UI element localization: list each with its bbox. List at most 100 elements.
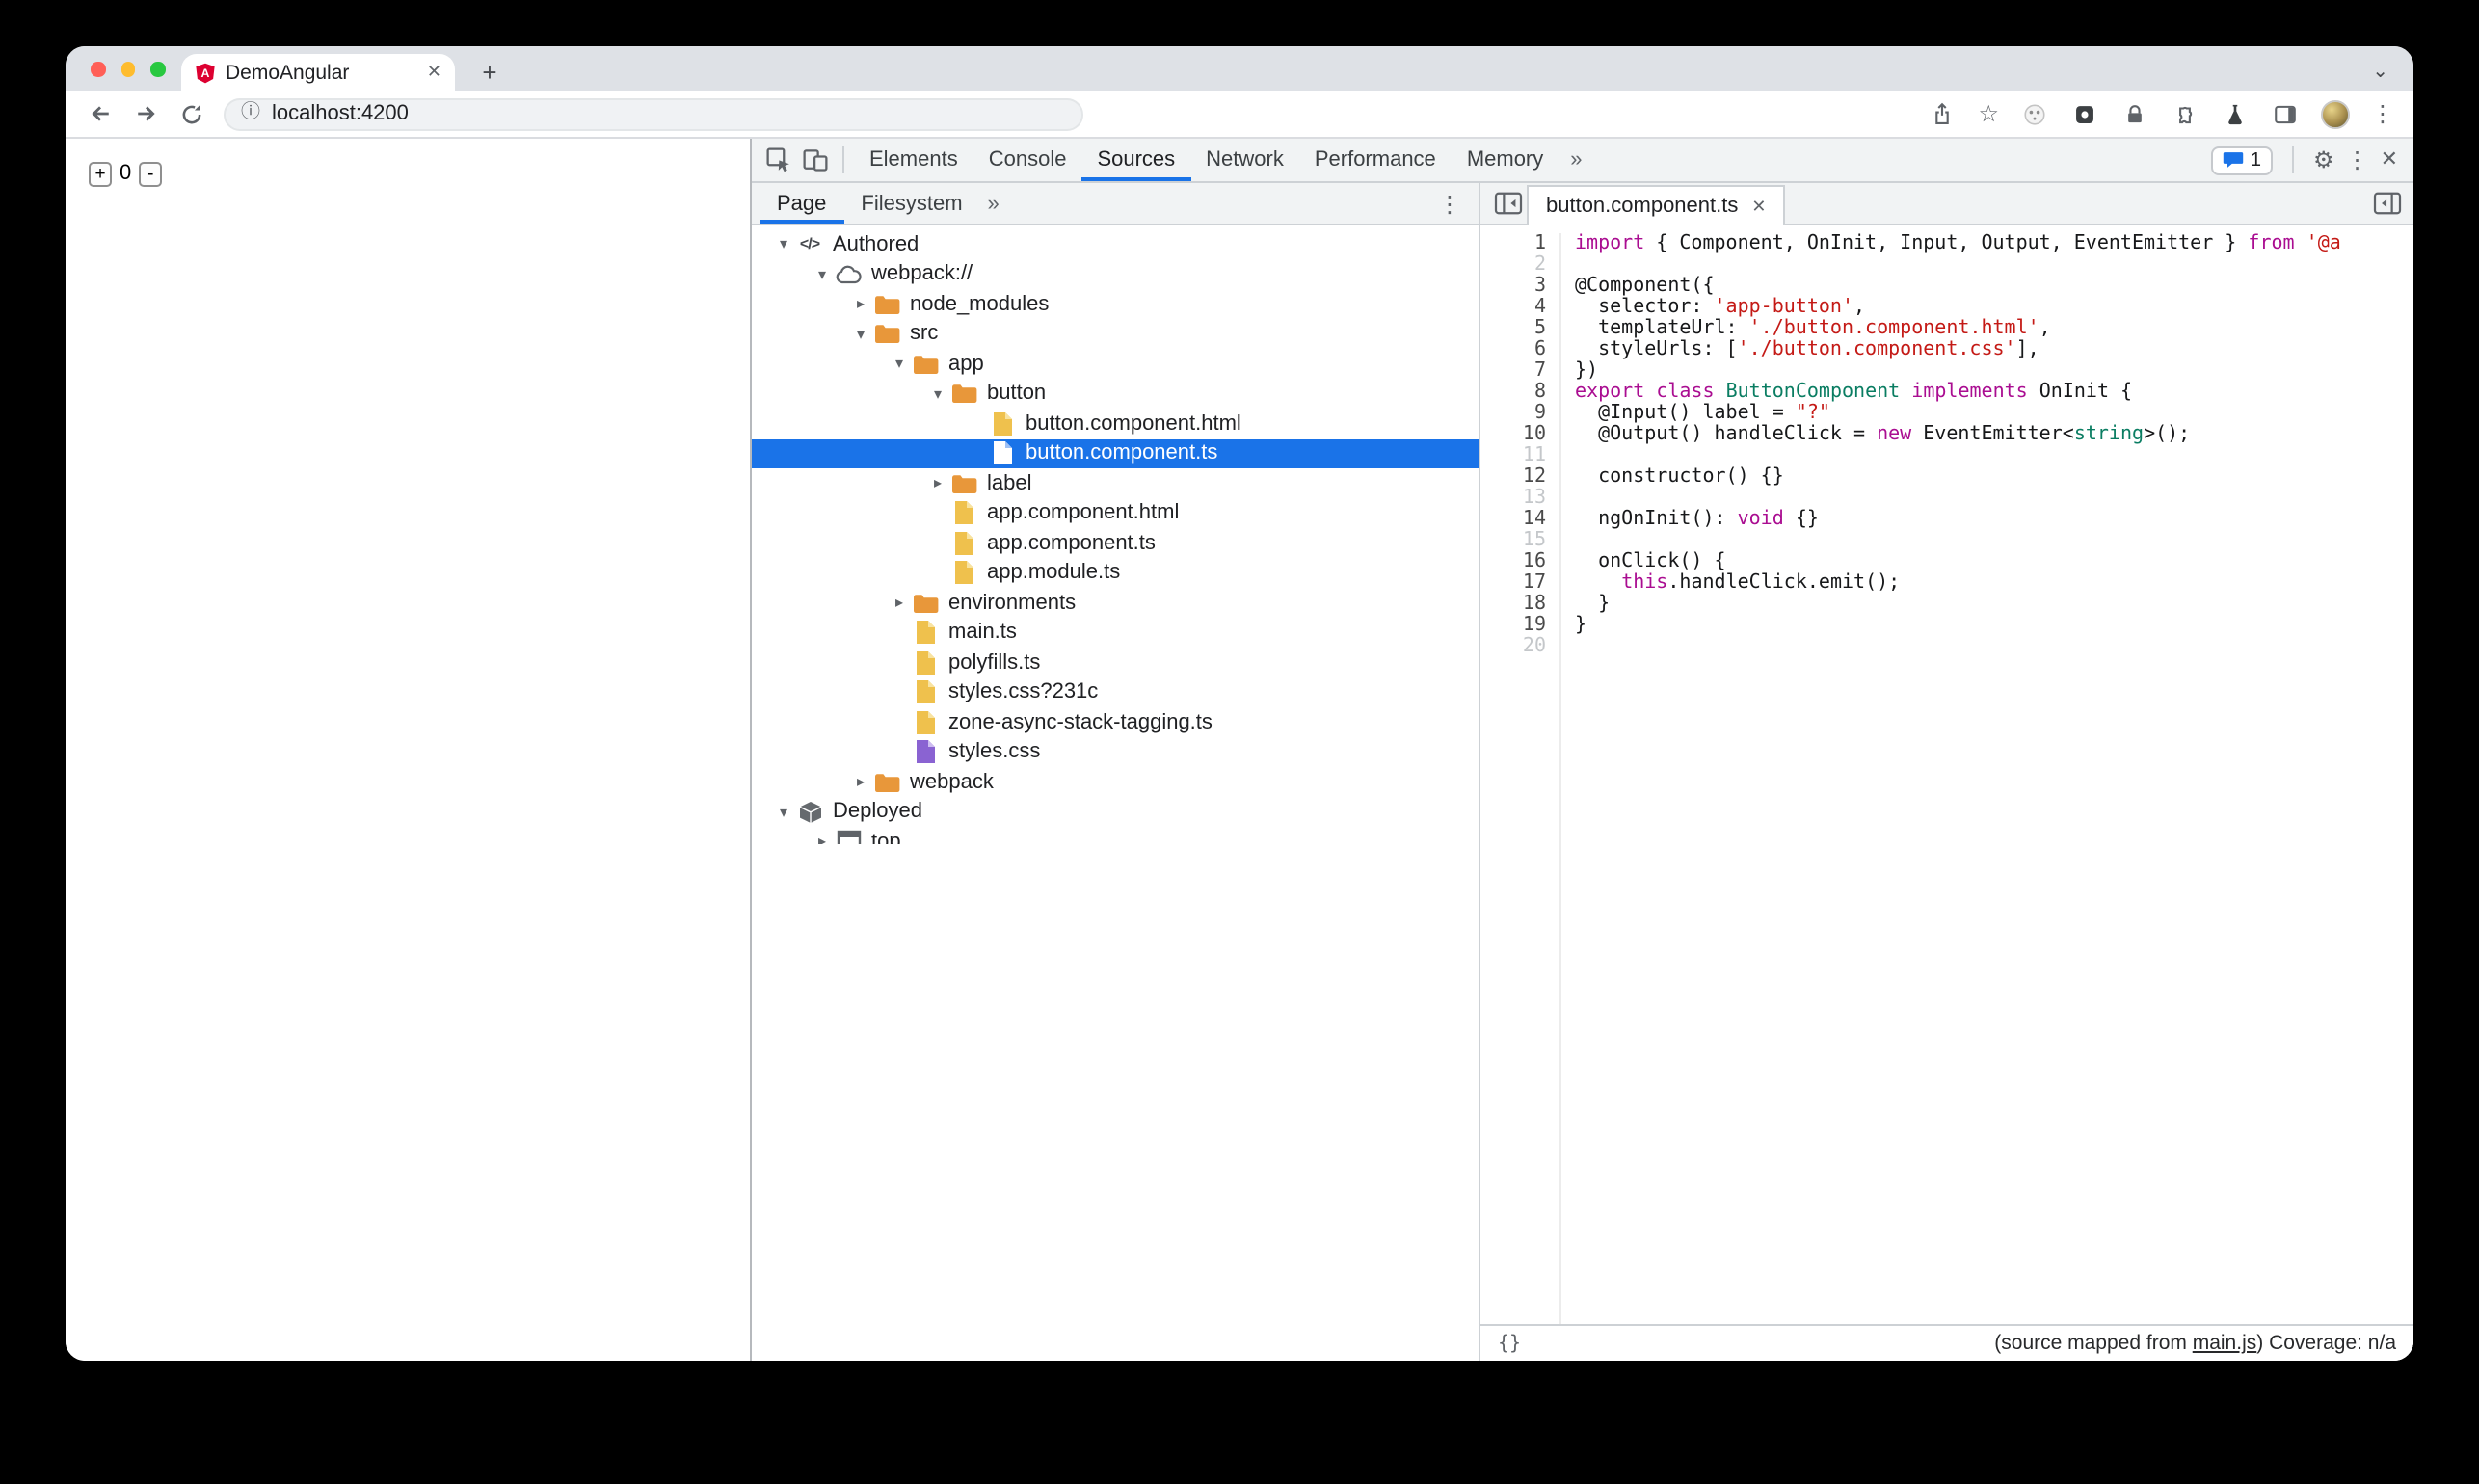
line-number[interactable]: 6	[1480, 339, 1546, 360]
device-toolbar-icon[interactable]	[798, 143, 833, 177]
forward-button[interactable]	[131, 99, 160, 128]
tree-item[interactable]: ▾ Deployed	[752, 797, 1479, 827]
line-number[interactable]: 13	[1480, 488, 1546, 509]
tree-item[interactable]: styles.css?231c	[752, 677, 1479, 707]
devtools-tab-elements[interactable]: Elements	[854, 139, 973, 181]
tree-item[interactable]: ▾ </> Authored	[752, 229, 1479, 259]
line-number[interactable]: 10	[1480, 424, 1546, 445]
share-icon[interactable]	[1928, 99, 1957, 128]
line-number[interactable]: 7	[1480, 360, 1546, 382]
disclosure-arrow-icon[interactable]: ▾	[810, 260, 835, 289]
extensions-puzzle-icon[interactable]	[2171, 99, 2199, 128]
tree-item[interactable]: ▾ button	[752, 379, 1479, 409]
tree-item[interactable]: ▸ node_modules	[752, 289, 1479, 319]
close-window-button[interactable]	[91, 62, 105, 76]
tree-item[interactable]: app.component.ts	[752, 528, 1479, 558]
line-number[interactable]: 12	[1480, 466, 1546, 488]
line-number[interactable]: 4	[1480, 297, 1546, 318]
lock-extension-icon[interactable]	[2120, 99, 2149, 128]
navigator-menu-icon[interactable]: ⋮	[1438, 190, 1471, 217]
minimize-window-button[interactable]	[120, 62, 135, 76]
mask-extension-icon[interactable]	[2020, 99, 2049, 128]
devtools-tab-console[interactable]: Console	[973, 139, 1082, 181]
navigator-tab-filesystem[interactable]: Filesystem	[843, 183, 979, 224]
tab-search-chevron-icon[interactable]: ⌄	[2372, 62, 2388, 83]
line-number[interactable]: 15	[1480, 530, 1546, 551]
tree-item[interactable]: app.module.ts	[752, 558, 1479, 588]
line-number[interactable]: 2	[1480, 254, 1546, 276]
side-panel-icon[interactable]	[2271, 99, 2300, 128]
code-area[interactable]: 1 2 3 4 5 6 7 8 9 10 11 12 13 14 15 16 17 18 19 20 import {…	[1480, 225, 2413, 1324]
editor-tab-close-icon[interactable]: ✕	[1751, 196, 1766, 217]
line-number[interactable]: 16	[1480, 551, 1546, 572]
browser-tab[interactable]: A DemoAngular ✕	[181, 54, 455, 91]
devtools-menu-icon[interactable]: ⋮	[2346, 148, 2369, 172]
source-map-link[interactable]: main.js	[2193, 1332, 2257, 1355]
line-number[interactable]: 8	[1480, 382, 1546, 403]
browser-menu-icon[interactable]: ⋮	[2371, 102, 2394, 125]
disclosure-arrow-icon[interactable]: ▾	[771, 798, 796, 827]
line-number[interactable]: 1	[1480, 233, 1546, 254]
flask-extension-icon[interactable]	[2221, 99, 2250, 128]
back-button[interactable]	[85, 99, 114, 128]
tree-item[interactable]: button.component.ts	[752, 438, 1479, 468]
devtools-tab-memory[interactable]: Memory	[1452, 139, 1559, 181]
increment-button[interactable]: +	[89, 162, 112, 187]
more-panels-icon[interactable]: »	[1560, 148, 1591, 172]
disclosure-arrow-icon[interactable]: ▾	[771, 230, 796, 259]
tree-item[interactable]: ▸ environments	[752, 588, 1479, 618]
line-number[interactable]: 11	[1480, 445, 1546, 466]
tree-item[interactable]: polyfills.ts	[752, 648, 1479, 677]
editor-tab[interactable]: button.component.ts ✕	[1527, 185, 1786, 225]
devtools-tab-network[interactable]: Network	[1190, 139, 1299, 181]
disclosure-arrow-icon[interactable]: ▸	[925, 469, 950, 498]
tree-item[interactable]: main.ts	[752, 618, 1479, 648]
profile-avatar[interactable]	[2321, 99, 2350, 128]
tree-item[interactable]: ▸ webpack	[752, 767, 1479, 797]
tab-close-icon[interactable]: ✕	[427, 62, 441, 83]
console-message-badge[interactable]: 1	[2211, 146, 2274, 174]
bookmark-star-icon[interactable]: ☆	[1978, 102, 1999, 125]
address-bar[interactable]: ⓘ localhost:4200	[224, 97, 1083, 130]
tree-item[interactable]: ▾ src	[752, 319, 1479, 349]
devtools-tab-performance[interactable]: Performance	[1299, 139, 1452, 181]
disclosure-arrow-icon[interactable]: ▾	[925, 380, 950, 409]
decrement-button[interactable]: -	[139, 162, 163, 187]
line-number[interactable]: 14	[1480, 509, 1546, 530]
line-number[interactable]: 18	[1480, 594, 1546, 615]
line-number[interactable]: 19	[1480, 615, 1546, 636]
navigator-tab-page[interactable]: Page	[760, 183, 843, 224]
settings-gear-icon[interactable]: ⚙	[2313, 148, 2334, 172]
tree-item[interactable]: zone-async-stack-tagging.ts	[752, 707, 1479, 737]
inspect-element-icon[interactable]	[761, 143, 796, 177]
code-content[interactable]: import { Component, OnInit, Input, Outpu…	[1561, 233, 2413, 1324]
tree-item[interactable]: button.component.html	[752, 409, 1479, 438]
zoom-window-button[interactable]	[150, 62, 165, 76]
disclosure-arrow-icon[interactable]: ▾	[848, 320, 873, 349]
site-info-icon[interactable]: ⓘ	[241, 103, 260, 123]
tree-item[interactable]: ▸ label	[752, 468, 1479, 498]
line-number[interactable]: 17	[1480, 572, 1546, 594]
line-number[interactable]: 5	[1480, 318, 1546, 339]
devtools-tab-sources[interactable]: Sources	[1081, 139, 1190, 181]
line-number[interactable]: 9	[1480, 403, 1546, 424]
disclosure-arrow-icon[interactable]: ▸	[810, 828, 835, 845]
tree-item[interactable]: styles.css	[752, 737, 1479, 767]
disclosure-arrow-icon[interactable]: ▸	[848, 290, 873, 319]
tree-item[interactable]: ▸ top	[752, 827, 1479, 844]
reload-button[interactable]	[177, 99, 206, 128]
pretty-print-button[interactable]: {}	[1498, 1333, 1521, 1354]
dark-extension-icon[interactable]	[2070, 99, 2099, 128]
new-tab-button[interactable]: +	[474, 56, 505, 87]
tree-item[interactable]: ▾ app	[752, 349, 1479, 379]
disclosure-arrow-icon[interactable]: ▾	[887, 350, 912, 379]
line-number[interactable]: 3	[1480, 276, 1546, 297]
disclosure-arrow-icon[interactable]: ▸	[848, 768, 873, 797]
devtools-close-icon[interactable]: ✕	[2381, 148, 2398, 172]
disclosure-arrow-icon[interactable]: ▸	[887, 589, 912, 618]
more-navigator-tabs-icon[interactable]: »	[980, 192, 1007, 215]
toggle-navigator-icon[interactable]	[1488, 183, 1527, 224]
line-number[interactable]: 20	[1480, 636, 1546, 657]
tree-item[interactable]: app.component.html	[752, 498, 1479, 528]
toggle-debugger-sidebar-icon[interactable]	[2367, 183, 2406, 224]
